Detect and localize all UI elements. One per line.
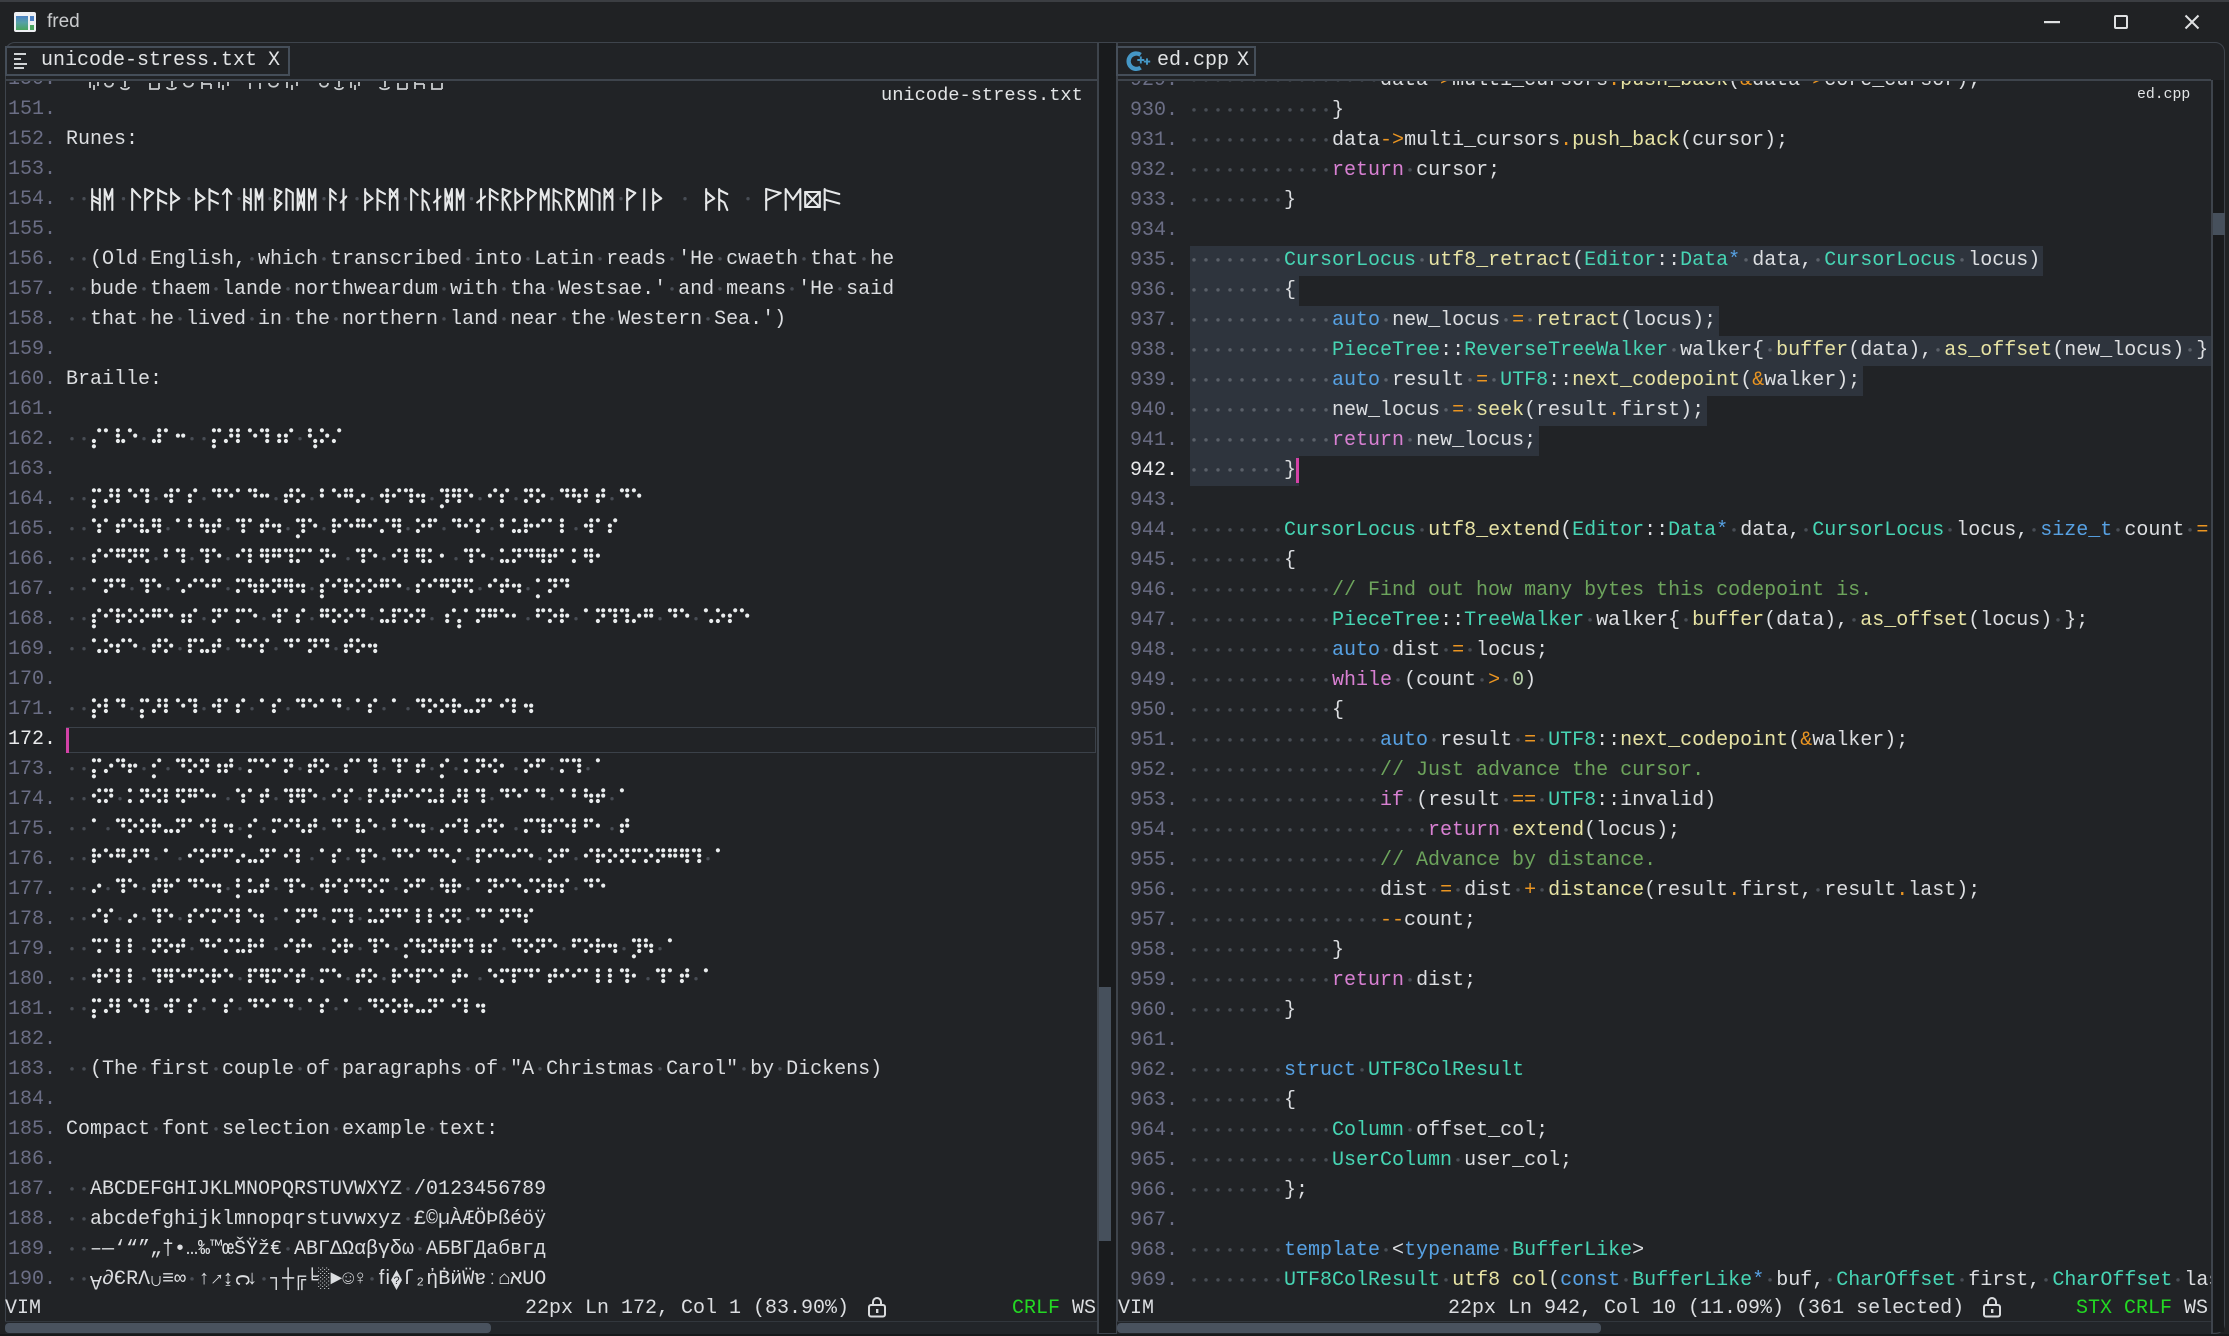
svg-text:?: ? [393, 1275, 399, 1287]
